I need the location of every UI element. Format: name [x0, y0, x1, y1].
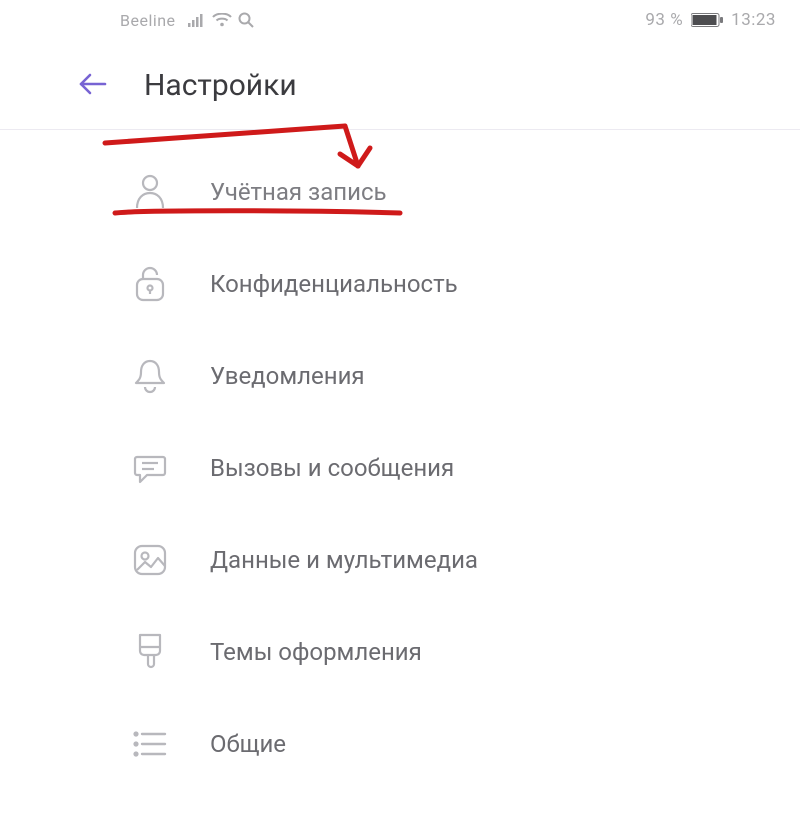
back-icon[interactable]: [78, 72, 108, 100]
battery-icon: [691, 13, 723, 27]
person-icon: [130, 174, 170, 210]
bell-icon: [130, 358, 170, 394]
brush-icon: [130, 633, 170, 671]
settings-item-calls-messages[interactable]: Вызовы и сообщения: [0, 422, 800, 514]
settings-item-label: Вызовы и сообщения: [210, 454, 454, 482]
page-title: Настройки: [144, 68, 297, 103]
list-icon: [130, 731, 170, 757]
lock-icon: [130, 266, 170, 302]
wifi-icon: [212, 13, 232, 27]
settings-item-notifications[interactable]: Уведомления: [0, 330, 800, 422]
settings-item-label: Темы оформления: [210, 638, 422, 666]
settings-item-label: Уведомления: [210, 362, 365, 390]
settings-item-media[interactable]: Данные и мультимедиа: [0, 514, 800, 606]
settings-item-label: Учётная запись: [210, 178, 387, 206]
settings-item-account[interactable]: Учётная запись: [0, 146, 800, 238]
signal-icon: [188, 13, 206, 27]
header: Настройки: [0, 40, 800, 130]
chat-icon: [130, 451, 170, 485]
settings-item-privacy[interactable]: Конфиденциальность: [0, 238, 800, 330]
status-bar: Beeline 93 % 13:23: [0, 0, 800, 40]
settings-item-themes[interactable]: Темы оформления: [0, 606, 800, 698]
clock-label: 13:23: [731, 10, 776, 30]
settings-item-label: Конфиденциальность: [210, 270, 458, 298]
settings-item-label: Общие: [210, 730, 286, 758]
carrier-label: Beeline: [120, 11, 176, 30]
battery-percent: 93 %: [645, 10, 683, 30]
settings-list: Учётная запись Конфиденциальность Уведом…: [0, 130, 800, 790]
media-icon: [130, 544, 170, 576]
settings-item-label: Данные и мультимедиа: [210, 546, 478, 574]
settings-item-general[interactable]: Общие: [0, 698, 800, 790]
search-icon: [238, 12, 254, 28]
